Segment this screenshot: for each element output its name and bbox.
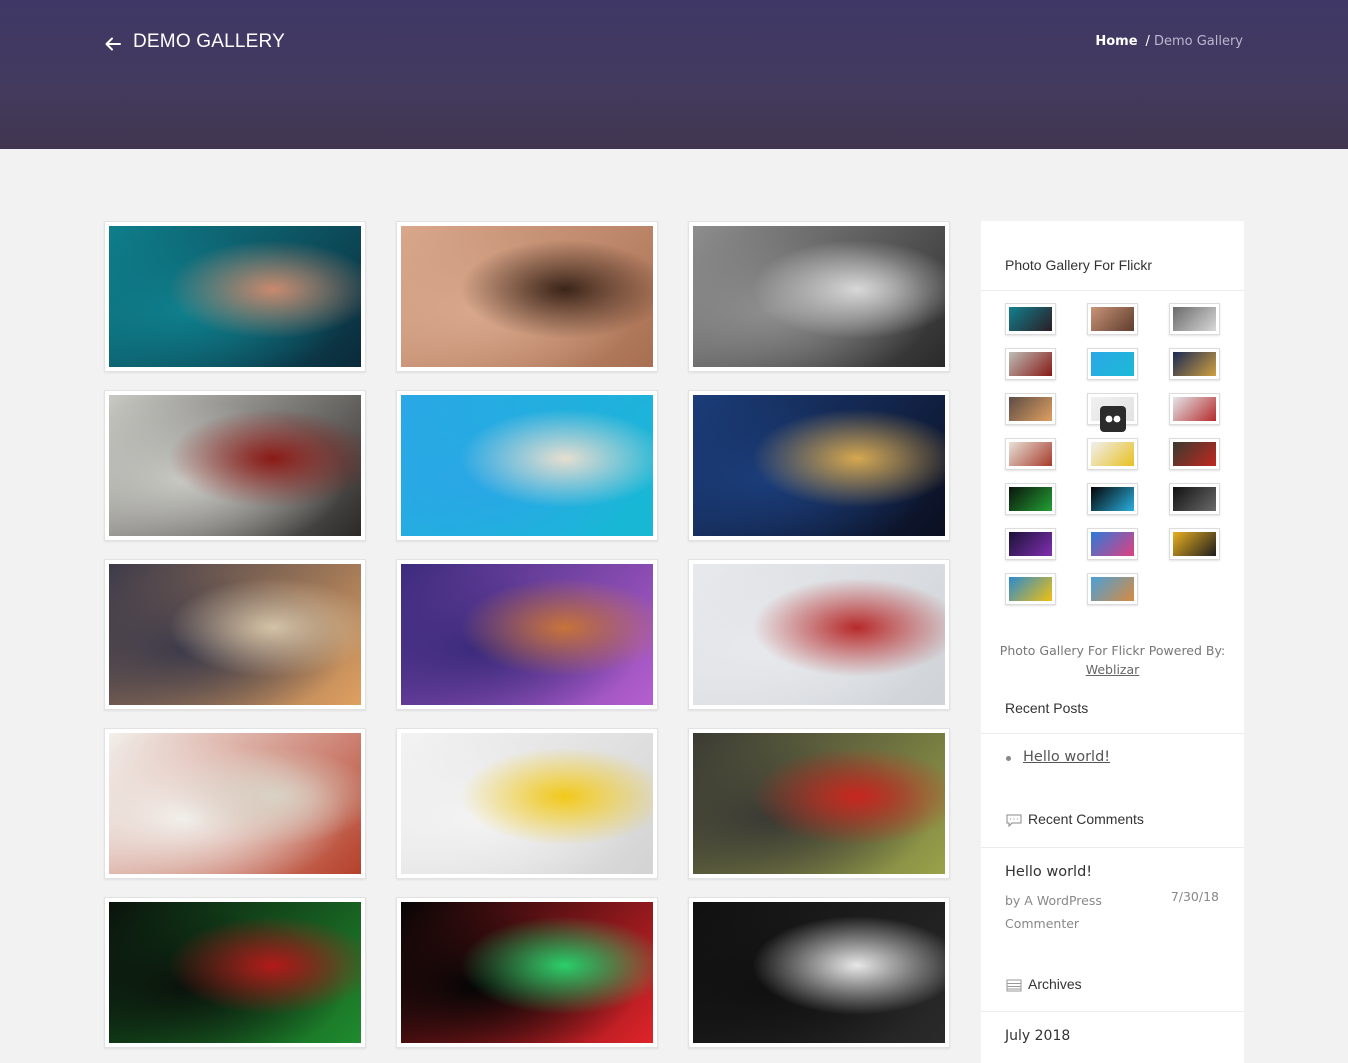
flickr-thumb-family[interactable] [1087, 573, 1138, 605]
widget-divider [981, 847, 1244, 848]
widget-divider [981, 290, 1244, 291]
page-title: DEMO GALLERY [133, 31, 285, 52]
recent-comments-title: Recent Comments [1028, 811, 1144, 827]
comment-date: 7/30/18 [1170, 889, 1219, 904]
gallery-image [401, 226, 653, 367]
flickr-image [1009, 307, 1052, 331]
flickr-image [1009, 352, 1052, 376]
flickr-thumb-brunette[interactable] [1087, 303, 1138, 335]
flickr-logo-icon [1100, 406, 1126, 432]
flickr-image [1009, 442, 1052, 466]
flickr-thumb-rabbids[interactable] [1005, 438, 1056, 470]
archive-link[interactable]: July 2018 [1005, 1028, 1070, 1044]
flickr-image [1173, 442, 1216, 466]
flickr-thumb-house-night[interactable] [1169, 348, 1220, 380]
gallery-thumb-resort-pool[interactable] [396, 390, 658, 541]
flickr-thumb-rose[interactable] [1005, 348, 1056, 380]
flickr-image [1091, 487, 1134, 511]
weblizar-link[interactable]: Weblizar [1086, 662, 1140, 677]
flickr-thumb-blue-makeup[interactable] [1005, 303, 1056, 335]
gallery-image [109, 902, 361, 1043]
flickr-image [1173, 532, 1216, 556]
gallery-thumb-luxury-patio[interactable] [104, 559, 366, 710]
widget-divider [981, 1011, 1244, 1012]
flickr-thumb-pool[interactable] [1087, 348, 1138, 380]
breadcrumb-separator: / [1145, 34, 1150, 49]
gallery-thumb-rabbids[interactable] [104, 728, 366, 879]
flickr-thumb-muse[interactable] [1169, 483, 1220, 515]
breadcrumb: Home / Demo Gallery [1095, 34, 1243, 49]
gallery-image [109, 395, 361, 536]
flickr-thumb-skrillex[interactable] [1005, 483, 1056, 515]
flickr-thumb-minion[interactable] [1087, 438, 1138, 470]
flickr-widget-title: Photo Gallery For Flickr [1005, 257, 1153, 273]
flickr-image [1173, 307, 1216, 331]
gallery-thumb-skrillex-logo[interactable] [104, 897, 366, 1048]
flickr-thumb-danbo[interactable] [1169, 393, 1220, 425]
gallery-image [401, 395, 653, 536]
gallery-thumb-danbo-in-snow[interactable] [688, 559, 950, 710]
gallery-image [109, 564, 361, 705]
gallery-thumb-muse-typography[interactable] [688, 897, 950, 1048]
gallery-thumb-woman-black-white[interactable] [688, 221, 950, 372]
list-bullet [1006, 756, 1011, 761]
gallery-thumb-fairy-castle[interactable] [396, 559, 658, 710]
flickr-thumb-panda[interactable] [1169, 528, 1220, 560]
gallery-thumb-equalizer[interactable] [396, 897, 658, 1048]
archive-icon [1006, 979, 1022, 992]
gallery-image [401, 564, 653, 705]
flickr-image [1009, 577, 1052, 601]
flickr-image [1091, 577, 1134, 601]
flickr-thumb-patio[interactable] [1005, 393, 1056, 425]
flickr-thumb-loading[interactable] [1087, 393, 1138, 432]
breadcrumb-current: Demo Gallery [1153, 34, 1243, 49]
sidebar: Photo Gallery For Flickr Photo Gallery F… [981, 221, 1244, 1063]
gallery-image [401, 902, 653, 1043]
comment-author: by A WordPress Commenter [1005, 893, 1102, 931]
flickr-thumb-equalizer[interactable] [1087, 483, 1138, 515]
powered-by: Photo Gallery For Flickr Powered By: Web… [981, 641, 1244, 679]
gallery-thumb-minion[interactable] [396, 728, 658, 879]
page-header: DEMO GALLERY Home / Demo Gallery [0, 0, 1348, 149]
gallery-image [693, 395, 945, 536]
gallery-image [109, 733, 361, 874]
gallery-thumb-woman-brunette[interactable] [396, 221, 658, 372]
recent-posts-title: Recent Posts [1005, 700, 1089, 716]
gallery-thumb-modern-house-night[interactable] [688, 390, 950, 541]
gallery-image [401, 733, 653, 874]
widget-divider [981, 733, 1244, 734]
flickr-thumb-black-white[interactable] [1169, 303, 1220, 335]
flickr-image [1173, 352, 1216, 376]
flickr-image [1091, 442, 1134, 466]
breadcrumb-home-link[interactable]: Home [1095, 34, 1137, 49]
flickr-image [1009, 532, 1052, 556]
flickr-image [1091, 352, 1134, 376]
gallery-image [693, 564, 945, 705]
flickr-image [1173, 487, 1216, 511]
gallery-image [693, 226, 945, 367]
gallery-thumb-angry-fruits[interactable] [688, 728, 950, 879]
flickr-image [1091, 307, 1134, 331]
flickr-image [1173, 397, 1216, 421]
flickr-thumb-colorful[interactable] [1087, 528, 1138, 560]
flickr-image [1009, 397, 1052, 421]
comment-post-link[interactable]: Hello world! [1005, 864, 1092, 880]
gallery-thumb-woman-blue-makeup[interactable] [104, 221, 366, 372]
gallery-image [693, 733, 945, 874]
back-arrow-icon[interactable] [103, 34, 123, 54]
comment-icon [1006, 814, 1022, 827]
archives-title: Archives [1028, 976, 1082, 992]
gallery-image [109, 226, 361, 367]
flickr-thumb-concert[interactable] [1005, 528, 1056, 560]
flickr-image [1009, 487, 1052, 511]
flickr-image [1091, 532, 1134, 556]
flickr-thumb-fruits[interactable] [1169, 438, 1220, 470]
gallery-thumb-woman-with-rose[interactable] [104, 390, 366, 541]
gallery-image [693, 902, 945, 1043]
flickr-thumb-minions-2[interactable] [1005, 573, 1056, 605]
recent-post-link[interactable]: Hello world! [1023, 749, 1110, 765]
powered-by-text: Photo Gallery For Flickr Powered By: [999, 643, 1226, 658]
